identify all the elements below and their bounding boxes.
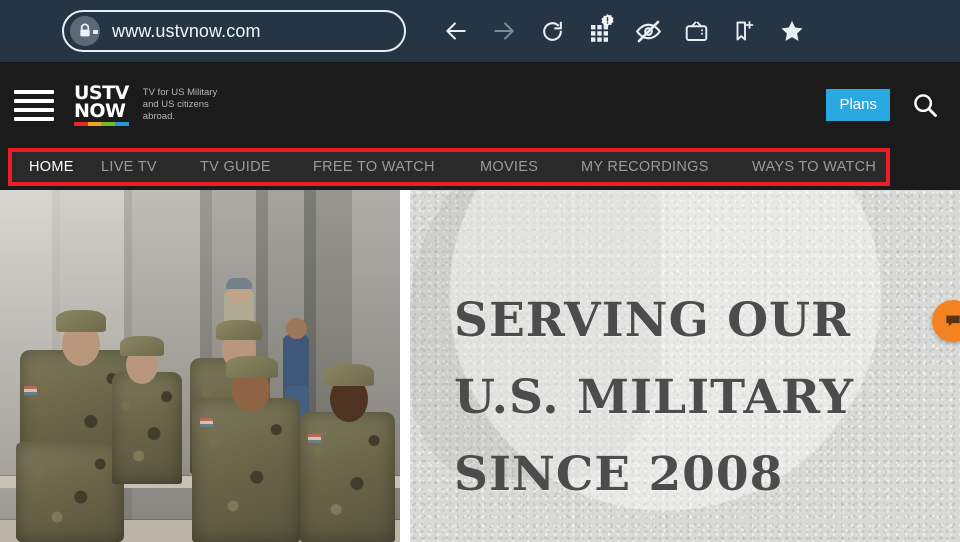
site-logo[interactable]: USTV NOW TV for US Military and US citiz…: [74, 84, 223, 126]
back-button[interactable]: [432, 7, 480, 55]
soldier-cap: [216, 320, 262, 340]
hero-headline-line-3: SINCE 2008: [454, 447, 784, 502]
flag-patch: [308, 434, 321, 443]
site-tagline: TV for US Military and US citizens abroa…: [142, 87, 218, 122]
main-navigation: HOME LIVE TV TV GUIDE FREE TO WATCH MOVI…: [8, 148, 890, 186]
hero-banner[interactable]: SERVING OUR U.S. MILITARY SINCE 2008: [410, 190, 960, 542]
hamburger-menu-icon[interactable]: [10, 85, 58, 125]
soldier-cap: [324, 364, 374, 386]
forward-button[interactable]: [480, 7, 528, 55]
logo-color-blue: [115, 122, 129, 126]
nav-item-live-tv[interactable]: LIVE TV: [100, 159, 158, 175]
content-divider: [400, 190, 410, 542]
logo-color-red: [74, 122, 88, 126]
soldier: [300, 412, 395, 542]
soldier-cap: [226, 356, 278, 378]
site-header: USTV NOW TV for US Military and US citiz…: [0, 62, 960, 148]
nav-item-free-to-watch[interactable]: FREE TO WATCH: [312, 159, 436, 175]
logo-color-green: [101, 122, 116, 126]
nav-item-home[interactable]: HOME: [28, 159, 75, 175]
apps-grid-button[interactable]: [576, 7, 624, 55]
main-navigation-wrapper: HOME LIVE TV TV GUIDE FREE TO WATCH MOVI…: [0, 148, 960, 190]
address-bar[interactable]: www.ustvnow.com: [62, 10, 406, 52]
page-content: SERVING OUR U.S. MILITARY SINCE 2008: [0, 190, 960, 542]
nav-item-movies[interactable]: MOVIES: [479, 159, 539, 175]
logo-mark: USTV NOW: [74, 84, 129, 126]
plans-button[interactable]: Plans: [826, 89, 890, 121]
hamburger-bar: [14, 116, 54, 121]
tv-button[interactable]: [672, 7, 720, 55]
lock-icon: [70, 16, 100, 46]
logo-line-2: NOW: [74, 100, 126, 122]
browser-toolbar: www.ustvnow.com: [0, 0, 960, 62]
hero-headline-line-1: SERVING OUR: [454, 293, 852, 348]
browser-toolbar-icons: [432, 7, 816, 55]
hide-button[interactable]: [624, 7, 672, 55]
logo-color-bar: [74, 122, 129, 126]
chat-bubble-icon: [946, 315, 960, 327]
logo-color-orange: [87, 122, 102, 126]
hero-headline: SERVING OUR U.S. MILITARY SINCE 2008: [454, 282, 952, 513]
nav-item-ways-to-watch[interactable]: WAYS TO WATCH: [751, 159, 877, 175]
bystander-cap: [226, 278, 252, 289]
tv-icon: [685, 21, 707, 41]
url-text: www.ustvnow.com: [112, 20, 261, 41]
nav-item-tv-guide[interactable]: TV GUIDE: [199, 159, 272, 175]
star-icon: [781, 20, 803, 41]
add-bookmark-button[interactable]: [720, 7, 768, 55]
soldier-legs: [16, 442, 124, 542]
hero-headline-line-2: U.S. MILITARY: [454, 370, 855, 425]
eye-slash-icon: [635, 20, 661, 42]
hamburger-bar: [14, 98, 54, 103]
search-button[interactable]: [908, 88, 942, 122]
bookmark-plus-icon: [736, 21, 754, 41]
soldier-cap: [120, 336, 164, 356]
hero-photo[interactable]: [0, 190, 400, 542]
header-actions: Plans: [826, 88, 960, 122]
hamburger-bar: [14, 89, 54, 94]
bystander-head: [286, 318, 307, 339]
nav-item-my-recordings[interactable]: MY RECORDINGS: [580, 159, 710, 175]
soldier: [112, 372, 182, 484]
search-icon: [914, 94, 937, 117]
lock-dash: [93, 30, 98, 34]
soldier-cap: [56, 310, 106, 332]
hamburger-bar: [14, 107, 54, 112]
flag-patch: [200, 418, 213, 427]
browser-window: www.ustvnow.com USTV NOW TV for US Milit…: [0, 0, 960, 542]
reload-button[interactable]: [528, 7, 576, 55]
flag-patch: [24, 386, 37, 395]
favorite-button[interactable]: [768, 7, 816, 55]
alert-badge-icon: [601, 14, 614, 27]
